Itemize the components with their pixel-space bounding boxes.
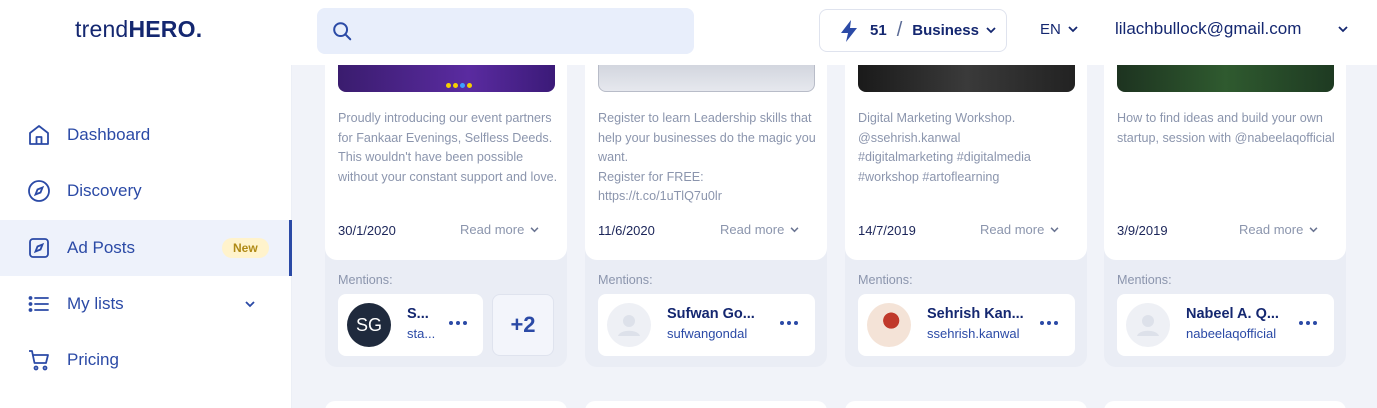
chevron-down-icon [245, 300, 255, 307]
post-caption: Proudly introducing our event partners f… [338, 111, 558, 184]
post-date: 14/7/2019 [858, 223, 916, 238]
read-more-label: Read more [980, 222, 1045, 237]
post-caption: Register to learn Leadership skills that… [598, 111, 816, 203]
language-label: EN [1040, 21, 1061, 38]
mention-handle: sta... [407, 326, 436, 341]
chevron-down-icon [1050, 226, 1059, 232]
read-more-label: Read more [460, 222, 525, 237]
sidebar-item-my-lists[interactable]: My lists [0, 276, 292, 332]
sidebar-item-label: Ad Posts [67, 238, 136, 257]
more-options-icon[interactable] [1040, 321, 1058, 325]
more-options-icon[interactable] [449, 321, 467, 325]
card-body: Proudly introducing our event partners f… [325, 50, 567, 260]
new-badge: New [222, 238, 269, 258]
logo-bold: HERO. [128, 16, 203, 42]
logo-prefix: trend [75, 16, 129, 42]
avatar-placeholder [607, 303, 651, 347]
mentions-label: Mentions: [858, 273, 913, 287]
read-more-label: Read more [720, 222, 785, 237]
post-date: 11/6/2020 [598, 223, 655, 238]
sidebar: Dashboard Discovery Ad Posts New My list… [0, 65, 292, 408]
credits-plan-dropdown[interactable]: 51 / Business [819, 9, 1007, 52]
credits-count: 51 [870, 22, 887, 39]
ad-post-card-next [585, 401, 827, 408]
avatar-initials: SG [355, 314, 382, 335]
ad-post-card: Digital Marketing Workshop. @ssehrish.ka… [845, 50, 1087, 367]
mention-handle: nabeelaqofficial [1186, 326, 1277, 341]
mention-name: Nabeel A. Q... [1186, 306, 1279, 322]
post-date: 3/9/2019 [1117, 223, 1168, 238]
chevron-down-icon [1068, 26, 1078, 33]
mention-handle: ssehrish.kanwal [927, 326, 1020, 341]
post-caption: Digital Marketing Workshop. @ssehrish.ka… [858, 111, 1031, 184]
home-icon [29, 125, 49, 145]
avatar: SG [347, 303, 391, 347]
cart-icon [29, 350, 49, 371]
ad-post-card-next [325, 401, 567, 408]
chevron-down-icon[interactable] [1338, 26, 1348, 33]
read-more-link[interactable]: Read more [1239, 222, 1318, 237]
search-icon [333, 22, 352, 41]
top-header: trendHERO. 51 / Business EN lilachbulloc… [0, 0, 1377, 65]
mentions-label: Mentions: [598, 273, 653, 287]
user-icon [1137, 315, 1159, 336]
sidebar-item-dashboard[interactable]: Dashboard [0, 107, 292, 163]
sidebar-item-label: My lists [67, 294, 124, 313]
search-input[interactable] [317, 8, 694, 54]
sidebar-item-ad-posts[interactable]: Ad Posts New [0, 220, 292, 276]
sidebar-item-label: Pricing [67, 350, 119, 369]
read-more-link[interactable]: Read more [720, 222, 799, 237]
more-options-icon[interactable] [780, 321, 798, 325]
read-more-link[interactable]: Read more [980, 222, 1059, 237]
plan-name: Business [912, 22, 979, 39]
lightning-icon [841, 19, 857, 42]
mention-card[interactable]: SG S... sta... [338, 294, 483, 356]
chevron-down-icon [986, 27, 996, 34]
sidebar-item-label: Discovery [67, 181, 142, 200]
mention-card[interactable]: Sufwan Go... sufwangondal [598, 294, 815, 356]
language-selector[interactable]: EN [1040, 21, 1078, 38]
ad-post-card: Register to learn Leadership skills that… [585, 50, 827, 367]
ad-post-icon [29, 238, 49, 258]
post-date: 30/1/2020 [338, 223, 396, 238]
mention-card[interactable]: Sehrish Kan... ssehrish.kanwal [858, 294, 1075, 356]
chevron-down-icon [530, 226, 539, 232]
mention-card[interactable]: Nabeel A. Q... nabeelaqofficial [1117, 294, 1334, 356]
mention-name: Sufwan Go... [667, 306, 755, 322]
sidebar-item-label: Dashboard [67, 125, 151, 144]
credits-separator: / [896, 19, 903, 41]
read-more-label: Read more [1239, 222, 1304, 237]
mentions-label: Mentions: [1117, 273, 1172, 287]
logo[interactable]: trendHERO. [75, 16, 202, 43]
card-body: Register to learn Leadership skills that… [585, 50, 827, 260]
mention-handle: sufwangondal [667, 326, 748, 341]
card-body: Digital Marketing Workshop. @ssehrish.ka… [845, 50, 1087, 260]
chevron-down-icon [1309, 226, 1318, 232]
compass-icon [28, 180, 50, 202]
ad-post-card: Proudly introducing our event partners f… [325, 50, 567, 367]
chevron-down-icon [790, 226, 799, 232]
ad-post-card-next [1104, 401, 1346, 408]
mentions-label: Mentions: [338, 273, 393, 287]
sidebar-item-discovery[interactable]: Discovery [0, 163, 292, 219]
avatar [867, 303, 911, 347]
user-email[interactable]: lilachbullock@gmail.com [1115, 19, 1301, 39]
sidebar-item-pricing[interactable]: Pricing [0, 332, 292, 388]
post-caption: How to find ideas and build your own sta… [1117, 111, 1335, 145]
ad-post-card: How to find ideas and build your own sta… [1104, 50, 1346, 367]
more-mentions-button[interactable]: +2 [492, 294, 554, 356]
card-body: How to find ideas and build your own sta… [1104, 50, 1346, 260]
mention-name: Sehrish Kan... [927, 306, 1024, 322]
list-icon [28, 296, 49, 312]
user-icon [618, 315, 640, 336]
ad-post-card-next [845, 401, 1087, 408]
avatar-placeholder [1126, 303, 1170, 347]
read-more-link[interactable]: Read more [460, 222, 539, 237]
mention-name: S... [407, 306, 429, 322]
more-options-icon[interactable] [1299, 321, 1317, 325]
